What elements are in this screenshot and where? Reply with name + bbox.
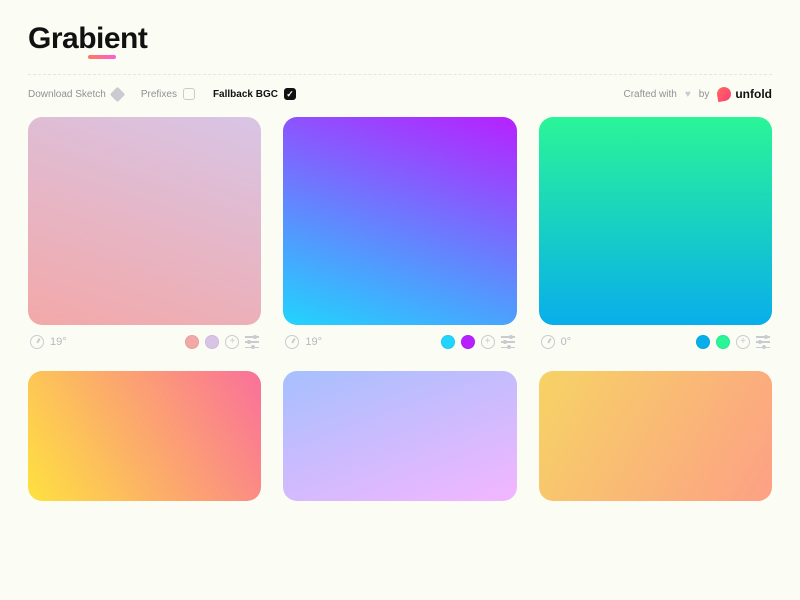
gradient-swatch[interactable] <box>539 117 772 325</box>
color-stops: + <box>441 335 515 349</box>
unfold-link[interactable]: unfold <box>717 87 772 101</box>
angle-value: 19° <box>50 336 67 348</box>
add-stop-button[interactable]: + <box>225 335 239 349</box>
sliders-icon[interactable] <box>501 336 515 348</box>
color-stops: + <box>696 335 770 349</box>
angle-icon <box>30 335 44 349</box>
gradient-card: 19° + <box>28 117 261 349</box>
gradient-swatch[interactable] <box>28 117 261 325</box>
add-stop-button[interactable]: + <box>736 335 750 349</box>
unfold-label: unfold <box>735 87 772 101</box>
color-stop-dot[interactable] <box>205 335 219 349</box>
gradient-card <box>283 371 516 501</box>
card-controls: 19° + <box>283 335 516 349</box>
fallback-label: Fallback BGC <box>213 89 278 100</box>
angle-control[interactable]: 19° <box>285 335 322 349</box>
fallback-toggle[interactable]: Fallback BGC <box>213 88 296 100</box>
heart-icon: ♥ <box>685 89 691 100</box>
color-stop-dot[interactable] <box>185 335 199 349</box>
color-stop-dot[interactable] <box>441 335 455 349</box>
by-text: by <box>699 89 710 100</box>
card-controls: 0° + <box>539 335 772 349</box>
app-logo: Grabient <box>28 22 147 56</box>
angle-icon <box>541 335 555 349</box>
download-sketch-label: Download Sketch <box>28 89 106 100</box>
gradient-grid: 19° + 19° + <box>28 117 772 501</box>
prefixes-checkbox[interactable] <box>183 88 195 100</box>
angle-value: 0° <box>561 336 572 348</box>
angle-control[interactable]: 0° <box>541 335 572 349</box>
sliders-icon[interactable] <box>756 336 770 348</box>
angle-value: 19° <box>305 336 322 348</box>
toolbar-left: Download Sketch Prefixes Fallback BGC <box>28 88 296 100</box>
app-title: Grabient <box>28 22 147 55</box>
angle-control[interactable]: 19° <box>30 335 67 349</box>
logo-accent <box>88 55 116 59</box>
angle-icon <box>285 335 299 349</box>
toolbar-right: Crafted with ♥ by unfold <box>623 87 772 101</box>
gradient-swatch[interactable] <box>539 371 772 501</box>
gradient-swatch[interactable] <box>283 371 516 501</box>
fallback-checkbox[interactable] <box>284 88 296 100</box>
gradient-swatch[interactable] <box>28 371 261 501</box>
gradient-card: 0° + <box>539 117 772 349</box>
gradient-card: 19° + <box>283 117 516 349</box>
toolbar: Download Sketch Prefixes Fallback BGC Cr… <box>28 75 772 117</box>
unfold-icon <box>716 86 732 102</box>
gradient-swatch[interactable] <box>283 117 516 325</box>
sliders-icon[interactable] <box>245 336 259 348</box>
color-stop-dot[interactable] <box>696 335 710 349</box>
sketch-icon <box>110 86 126 102</box>
color-stops: + <box>185 335 259 349</box>
color-stop-dot[interactable] <box>461 335 475 349</box>
add-stop-button[interactable]: + <box>481 335 495 349</box>
download-sketch-link[interactable]: Download Sketch <box>28 89 123 100</box>
crafted-with-text: Crafted with <box>623 89 676 100</box>
prefixes-toggle[interactable]: Prefixes <box>141 88 195 100</box>
card-controls: 19° + <box>28 335 261 349</box>
prefixes-label: Prefixes <box>141 89 177 100</box>
gradient-card <box>539 371 772 501</box>
gradient-card <box>28 371 261 501</box>
color-stop-dot[interactable] <box>716 335 730 349</box>
